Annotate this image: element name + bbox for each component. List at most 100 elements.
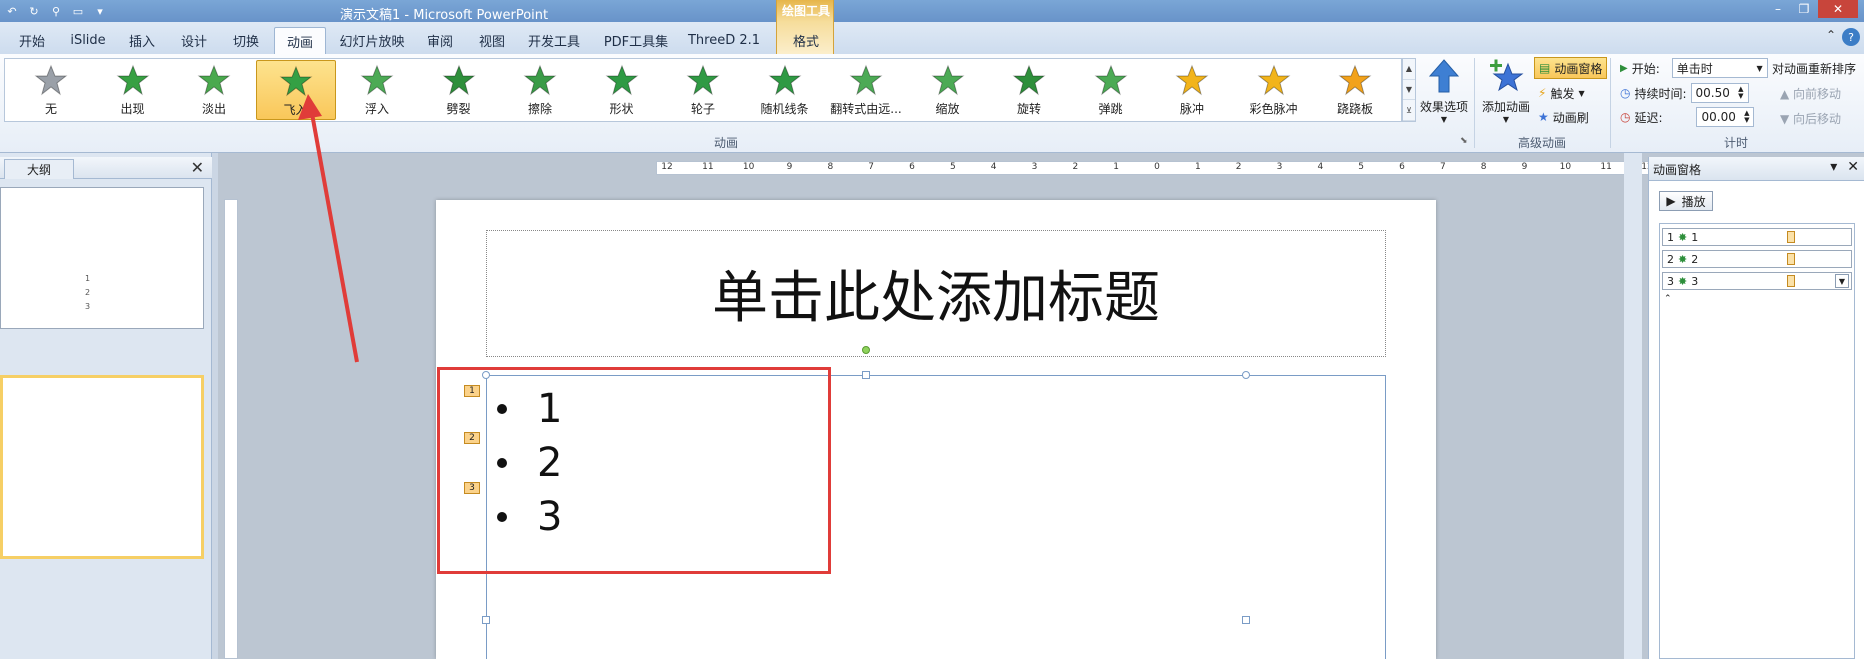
redo-icon[interactable]: ↻ <box>26 3 42 19</box>
animation-9-button[interactable]: 随机线条 <box>745 60 825 120</box>
editor-scrollbar[interactable] <box>1624 153 1642 659</box>
animation-4-button[interactable]: 浮入 <box>337 60 417 120</box>
animation-0-button[interactable]: 无 <box>11 60 91 120</box>
slides-pane: 大纲 ✕ 1 2 3 <box>0 153 212 659</box>
tab-islide[interactable]: iSlide <box>62 27 114 54</box>
spinner-arrows-icon[interactable]: ▲ ▼ <box>1738 86 1743 100</box>
animation-item[interactable]: 2 ✸ 2 <box>1662 250 1852 268</box>
slide-thumbnail-1[interactable]: 1 2 3 <box>0 187 204 329</box>
close-icon[interactable]: ✕ <box>1818 0 1858 18</box>
animation-2-button[interactable]: 淡出 <box>174 60 254 120</box>
star-icon <box>686 64 720 98</box>
present-icon[interactable]: ▭ <box>70 3 86 19</box>
delay-spinner[interactable]: 00.00 ▲ ▼ <box>1696 107 1755 127</box>
tab-format[interactable]: 格式 <box>777 27 835 54</box>
tab-developer[interactable]: 开发工具 <box>520 27 588 54</box>
animation-15-button[interactable]: 彩色脉冲 <box>1234 60 1314 120</box>
chevron-down-icon[interactable]: ▼ <box>1835 274 1849 288</box>
add-animation-button[interactable]: 添加动画 ▼ <box>1478 58 1534 128</box>
animation-12-button[interactable]: 旋转 <box>989 60 1069 120</box>
format-painter-icon[interactable]: ⚲ <box>48 3 64 19</box>
animation-7-button[interactable]: 形状 <box>582 60 662 120</box>
tab-pdf-tools[interactable]: PDF工具集 <box>596 27 676 54</box>
ruler-tick-label: 3 <box>1276 162 1283 172</box>
trigger-button[interactable]: ⚡ 触发 ▼ <box>1534 82 1589 104</box>
bullet-item[interactable]: 1 <box>497 386 562 432</box>
effect-options-button[interactable]: 效果选项 ▼ <box>1416 58 1472 134</box>
resize-handle[interactable] <box>482 371 490 379</box>
tab-design[interactable]: 设计 <box>170 27 218 54</box>
animation-8-button[interactable]: 轮子 <box>663 60 743 120</box>
animation-painter-button[interactable]: ★ 动画刷 <box>1534 106 1593 128</box>
ruler-tick-label: 5 <box>1358 162 1365 172</box>
help-icon[interactable]: ? <box>1842 28 1860 46</box>
tab-view[interactable]: 视图 <box>468 27 516 54</box>
tab-threed[interactable]: ThreeD 2.1 <box>686 27 762 54</box>
star-icon <box>1012 64 1046 98</box>
animation-1-button[interactable]: 出现 <box>93 60 173 120</box>
undo-icon[interactable]: ↶ <box>4 3 20 19</box>
collapse-ribbon-icon[interactable]: ⌃ <box>1826 28 1836 46</box>
item-name: 1 <box>1691 230 1699 244</box>
title-placeholder[interactable]: 单击此处添加标题 <box>486 230 1386 357</box>
customize-qat-icon[interactable]: ▾ <box>92 3 108 19</box>
animation-tag[interactable]: 1 <box>464 385 480 397</box>
chevron-down-icon[interactable]: ▾ <box>1830 159 1837 175</box>
close-icon[interactable]: ✕ <box>191 158 204 177</box>
resize-handle[interactable] <box>482 616 490 624</box>
animation-3-button[interactable]: 飞入 <box>255 60 336 120</box>
duration-spinner[interactable]: 00.50 ▲ ▼ <box>1690 83 1749 103</box>
gallery-up-icon[interactable]: ▲ <box>1403 59 1415 80</box>
close-icon[interactable]: ✕ <box>1847 159 1859 175</box>
move-earlier-button[interactable]: ▲ 向前移动 <box>1780 85 1841 102</box>
tab-home[interactable]: 开始 <box>6 27 58 54</box>
animation-6-button[interactable]: 擦除 <box>500 60 580 120</box>
bullet-item[interactable]: 3 <box>497 494 562 540</box>
dialog-launcher-icon[interactable]: ⬊ <box>1460 136 1468 146</box>
ruler-tick-label: 10 <box>1559 162 1572 172</box>
animation-pane-button[interactable]: ▤ 动画窗格 <box>1534 57 1608 79</box>
play-label: 播放 <box>1681 194 1706 209</box>
tab-insert[interactable]: 插入 <box>118 27 166 54</box>
animation-tag[interactable]: 3 <box>464 482 480 494</box>
maximize-icon[interactable]: ❐ <box>1792 0 1816 18</box>
animation-14-button[interactable]: 脉冲 <box>1152 60 1232 120</box>
slides-pane-header: 大纲 ✕ <box>0 157 212 179</box>
slide[interactable]: 单击此处添加标题 1 2 3 1 2 3 <box>436 200 1436 659</box>
animation-item[interactable]: 1 ✸ 1 <box>1662 228 1852 246</box>
tab-animations[interactable]: 动画 <box>274 27 326 54</box>
tab-outline[interactable]: 大纲 <box>4 159 74 179</box>
play-button[interactable]: ▶ 播放 <box>1659 191 1713 211</box>
ruler-tick-label: 6 <box>1399 162 1405 172</box>
up-arrow-icon <box>1428 59 1460 93</box>
gallery-down-icon[interactable]: ▼ <box>1403 80 1415 101</box>
animation-item[interactable]: 3 ✸ 3 ▼ <box>1662 272 1852 290</box>
start-select[interactable]: 单击时 ▼ <box>1671 58 1768 78</box>
resize-handle[interactable] <box>862 371 870 379</box>
collapse-icon[interactable]: ⌃ <box>1664 294 1672 304</box>
tab-transitions[interactable]: 切换 <box>222 27 270 54</box>
effect-options-label: 效果选项 <box>1419 100 1468 114</box>
bullet-item[interactable]: 2 <box>497 440 562 486</box>
spinner-arrows-icon[interactable]: ▲ ▼ <box>1744 110 1749 124</box>
chevron-down-icon: ▼ <box>1502 115 1510 124</box>
group-label-timing: 计时 <box>1724 136 1749 150</box>
resize-handle[interactable] <box>1242 371 1250 379</box>
tab-slideshow[interactable]: 幻灯片放映 <box>332 27 412 54</box>
content-placeholder[interactable]: 1 2 3 <box>482 346 1386 659</box>
add-star-icon <box>1490 59 1524 92</box>
slide-thumbnail-2[interactable] <box>0 375 204 559</box>
gallery-more-icon[interactable]: ⊻ <box>1403 100 1415 122</box>
animation-5-button[interactable]: 劈裂 <box>419 60 499 120</box>
animation-16-button[interactable]: 跷跷板 <box>1315 60 1395 120</box>
move-later-button[interactable]: ▼ 向后移动 <box>1780 110 1841 127</box>
rotate-handle[interactable] <box>862 346 870 354</box>
animation-10-button[interactable]: 翻转式由远... <box>826 60 906 120</box>
animation-13-button[interactable]: 弹跳 <box>1071 60 1151 120</box>
ruler-tick-label: 8 <box>827 162 834 172</box>
minimize-icon[interactable]: – <box>1766 0 1790 18</box>
animation-tag[interactable]: 2 <box>464 432 480 444</box>
resize-handle[interactable] <box>1242 616 1250 624</box>
tab-review[interactable]: 审阅 <box>416 27 464 54</box>
animation-11-button[interactable]: 缩放 <box>908 60 988 120</box>
